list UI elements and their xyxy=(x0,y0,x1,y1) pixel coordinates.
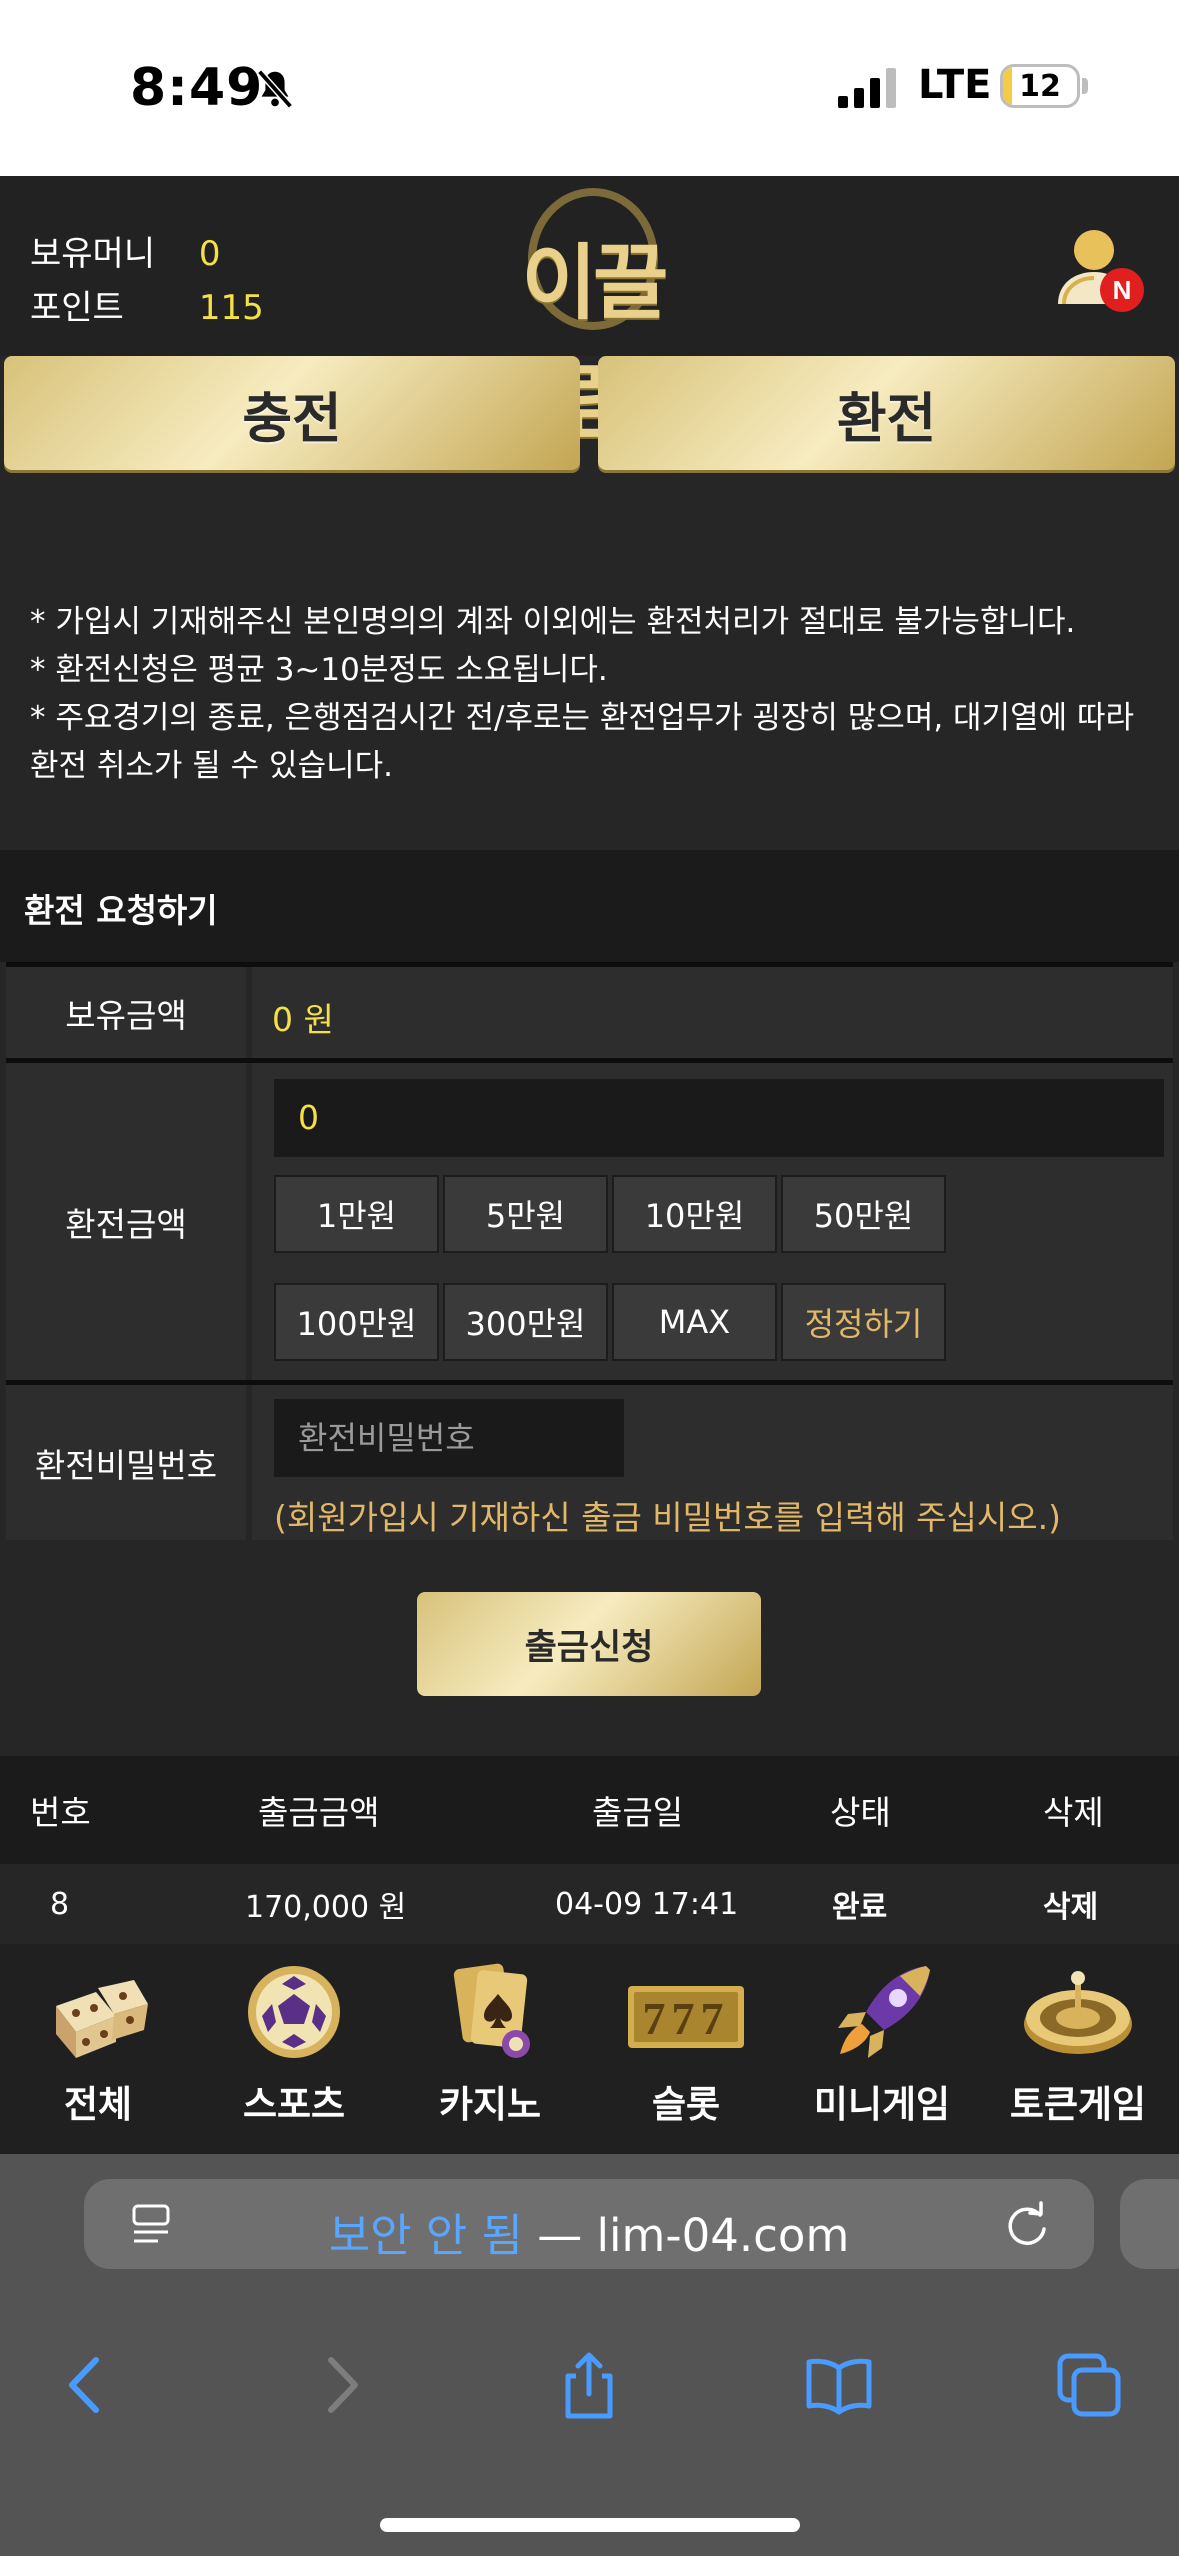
app-header: 보유머니 0 포인트 115 이끌림 N xyxy=(0,176,1179,450)
status-time: 8:49 xyxy=(130,58,264,118)
row-status: 완료 xyxy=(832,1890,888,1925)
held-amount-label: 보유금액 xyxy=(6,967,246,1058)
notice-line: * 가입시 기재해주신 본인명의의 계좌 이외에는 환전처리가 절대로 불가능합… xyxy=(30,604,1076,640)
points-value: 115 xyxy=(198,288,264,328)
withdraw-submit-button[interactable]: 출금신청 xyxy=(417,1592,761,1696)
col-status: 상태 xyxy=(830,1793,891,1832)
notice-line: * 주요경기의 종료, 은행점검시간 전/후로는 환전업무가 굉장히 많으며, … xyxy=(30,700,1135,784)
reload-icon[interactable] xyxy=(1004,2201,1050,2247)
section-header: 환전 요청하기 xyxy=(0,850,1179,962)
amount-max-button[interactable]: MAX xyxy=(612,1283,777,1361)
game-nav-minigame[interactable]: 미니게임 xyxy=(792,1958,972,2148)
row-date: 04-09 17:41 xyxy=(555,1886,739,1922)
share-icon[interactable] xyxy=(554,2350,624,2420)
notification-badge: N xyxy=(1113,275,1132,305)
exchange-amount-input[interactable]: 0 xyxy=(274,1079,1164,1157)
col-amount: 출금금액 xyxy=(258,1793,380,1832)
game-nav-all[interactable]: 전체 xyxy=(8,1958,188,2148)
slot-777-icon: 777 xyxy=(628,1986,744,2048)
amount-1m-button[interactable]: 100만원 xyxy=(274,1283,439,1361)
deposit-button[interactable]: 충전 xyxy=(4,356,580,470)
back-icon[interactable] xyxy=(52,2350,122,2420)
col-delete: 삭제 xyxy=(1043,1793,1104,1832)
network-label: LTE xyxy=(918,62,992,108)
password-cell: 환전비밀번호 (회원가입시 기재하신 출금 비밀번호를 입력해 주십시오.) xyxy=(252,1385,1173,1540)
status-bar: 8:49 LTE 12 xyxy=(0,0,1179,176)
table-row: 8 170,000 원 04-09 17:41 완료 삭제 xyxy=(0,1864,1179,1944)
held-amount-row: 보유금액 0 원 xyxy=(6,962,1173,1058)
signal-icon xyxy=(838,68,896,108)
col-number: 번호 xyxy=(30,1793,91,1832)
game-nav-label: 토큰게임 xyxy=(1009,2083,1147,2126)
game-nav-label: 카지노 xyxy=(438,2083,542,2126)
dice-icon xyxy=(56,1980,148,2058)
password-row: 환전비밀번호 환전비밀번호 (회원가입시 기재하신 출금 비밀번호를 입력해 주… xyxy=(6,1380,1173,1540)
row-amount: 170,000 원 xyxy=(245,1890,407,1925)
password-input[interactable]: 환전비밀번호 xyxy=(274,1399,624,1477)
roulette-icon xyxy=(1024,1971,1132,2054)
amount-reset-button[interactable]: 정정하기 xyxy=(781,1283,946,1361)
held-amount-value: 0 원 xyxy=(272,1000,334,1039)
svg-text:777: 777 xyxy=(643,1993,730,2044)
history-table-header: 번호 출금금액 출금일 상태 삭제 xyxy=(0,1756,1179,1864)
notice-line: * 환전신청은 평균 3~10분정도 소요됩니다. xyxy=(30,652,608,688)
row-delete-button[interactable]: 삭제 xyxy=(1043,1864,1098,1944)
game-nav: 전체 스포츠 카지노 777 슬롯 미니게임 토큰게임 xyxy=(0,1944,1179,2154)
game-nav-casino[interactable]: 카지노 xyxy=(400,1958,580,2148)
user-profile-icon[interactable]: N xyxy=(1050,220,1146,316)
security-warning: 보안 안 됨 xyxy=(328,2209,523,2262)
exchange-amount-row: 환전금액 0 1만원 5만원 10만원 50만원 100만원 300만원 MAX… xyxy=(6,1058,1173,1380)
tabs-icon[interactable] xyxy=(1054,2350,1124,2420)
playing-cards-icon xyxy=(453,1963,530,2058)
bookmarks-icon[interactable] xyxy=(804,2350,874,2420)
rocket-icon xyxy=(838,1966,930,2058)
amount-50k-button[interactable]: 5만원 xyxy=(443,1175,608,1253)
col-date: 출금일 xyxy=(592,1793,684,1832)
amount-100k-button[interactable]: 10만원 xyxy=(612,1175,777,1253)
url-domain: lim-04.com xyxy=(596,2209,850,2262)
balance-label: 보유머니 xyxy=(30,234,156,274)
battery-level: 12 xyxy=(1019,69,1061,104)
game-nav-slot[interactable]: 777 슬롯 xyxy=(596,1958,776,2148)
forward-icon[interactable] xyxy=(305,2350,375,2420)
game-nav-label: 슬롯 xyxy=(651,2083,721,2126)
game-nav-label: 전체 xyxy=(63,2083,133,2126)
battery-icon: 12 xyxy=(1000,64,1080,108)
site-logo[interactable]: 이끌림 xyxy=(488,184,698,450)
soccer-ball-icon xyxy=(248,1966,340,2058)
held-amount-cell: 0 원 xyxy=(252,967,1173,1058)
game-nav-sports[interactable]: 스포츠 xyxy=(204,1958,384,2148)
notice-text: * 가입시 기재해주신 본인명의의 계좌 이외에는 환전처리가 절대로 불가능합… xyxy=(30,598,1160,790)
browser-toolbar: 보안 안 됨 — lim-04.com xyxy=(0,2154,1179,2556)
amount-10k-button[interactable]: 1만원 xyxy=(274,1175,439,1253)
balance-value: 0 xyxy=(198,234,221,274)
game-nav-label: 미니게임 xyxy=(813,2083,951,2126)
url-text: 보안 안 됨 — lim-04.com xyxy=(84,2199,1094,2264)
exchange-amount-label: 환전금액 xyxy=(6,1063,246,1380)
points-row: 포인트 115 xyxy=(30,280,264,329)
password-label: 환전비밀번호 xyxy=(6,1385,246,1540)
home-indicator xyxy=(380,2518,800,2532)
next-tab-preview[interactable] xyxy=(1120,2179,1179,2269)
amount-500k-button[interactable]: 50만원 xyxy=(781,1175,946,1253)
password-hint: (회원가입시 기재하신 출금 비밀번호를 입력해 주십시오.) xyxy=(274,1498,1061,1537)
points-label: 포인트 xyxy=(30,288,124,328)
address-bar[interactable]: 보안 안 됨 — lim-04.com xyxy=(84,2179,1094,2269)
section-title: 환전 요청하기 xyxy=(24,891,218,930)
exchange-button[interactable]: 환전 xyxy=(598,356,1175,470)
balance-row: 보유머니 0 xyxy=(30,226,220,275)
amount-3m-button[interactable]: 300만원 xyxy=(443,1283,608,1361)
row-number: 8 xyxy=(50,1886,70,1922)
game-nav-token[interactable]: 토큰게임 xyxy=(988,1958,1168,2148)
bell-slash-icon xyxy=(257,69,293,109)
exchange-amount-cell: 0 1만원 5만원 10만원 50만원 100만원 300만원 MAX 정정하기 xyxy=(252,1063,1173,1380)
game-nav-label: 스포츠 xyxy=(242,2083,346,2126)
url-separator: — xyxy=(522,2209,597,2262)
